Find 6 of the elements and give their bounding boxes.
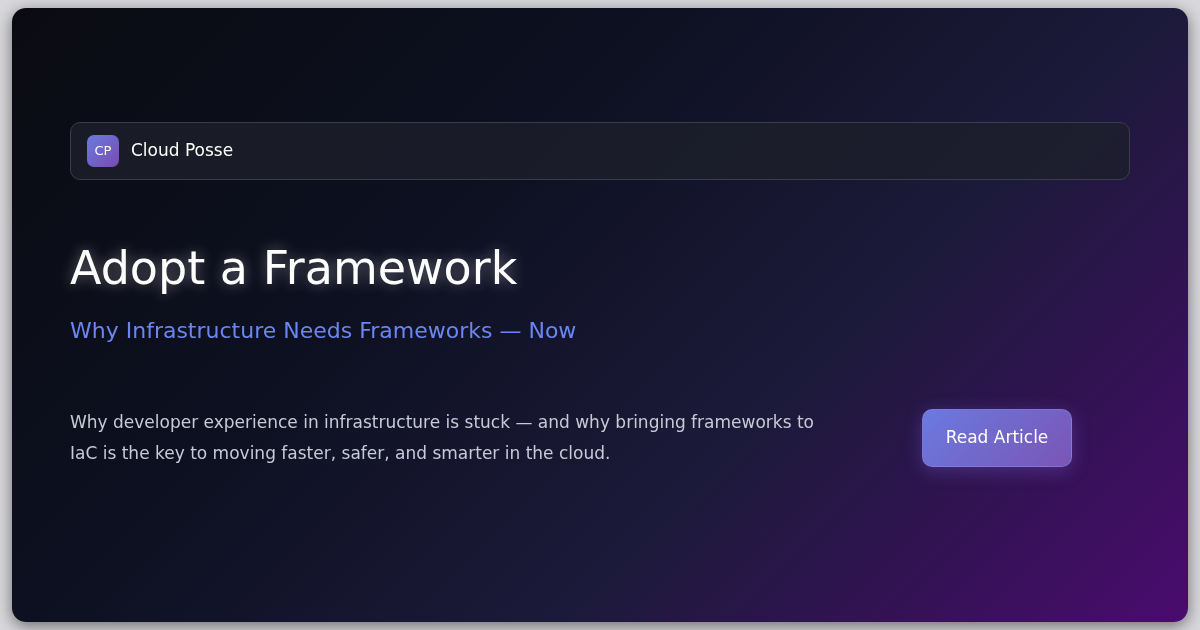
read-article-button[interactable]: Read Article bbox=[922, 409, 1072, 467]
brand-name: Cloud Posse bbox=[131, 139, 234, 163]
article-title: Adopt a Framework bbox=[70, 240, 518, 296]
article-subtitle: Why Infrastructure Needs Frameworks — Now bbox=[70, 317, 577, 345]
logo-badge: CP bbox=[87, 135, 119, 167]
article-description: Why developer experience in infrastructure is stuck — and why bringing frameworks to IaC is the key to moving faster, safer, and smarter in the cloud. bbox=[70, 411, 815, 465]
